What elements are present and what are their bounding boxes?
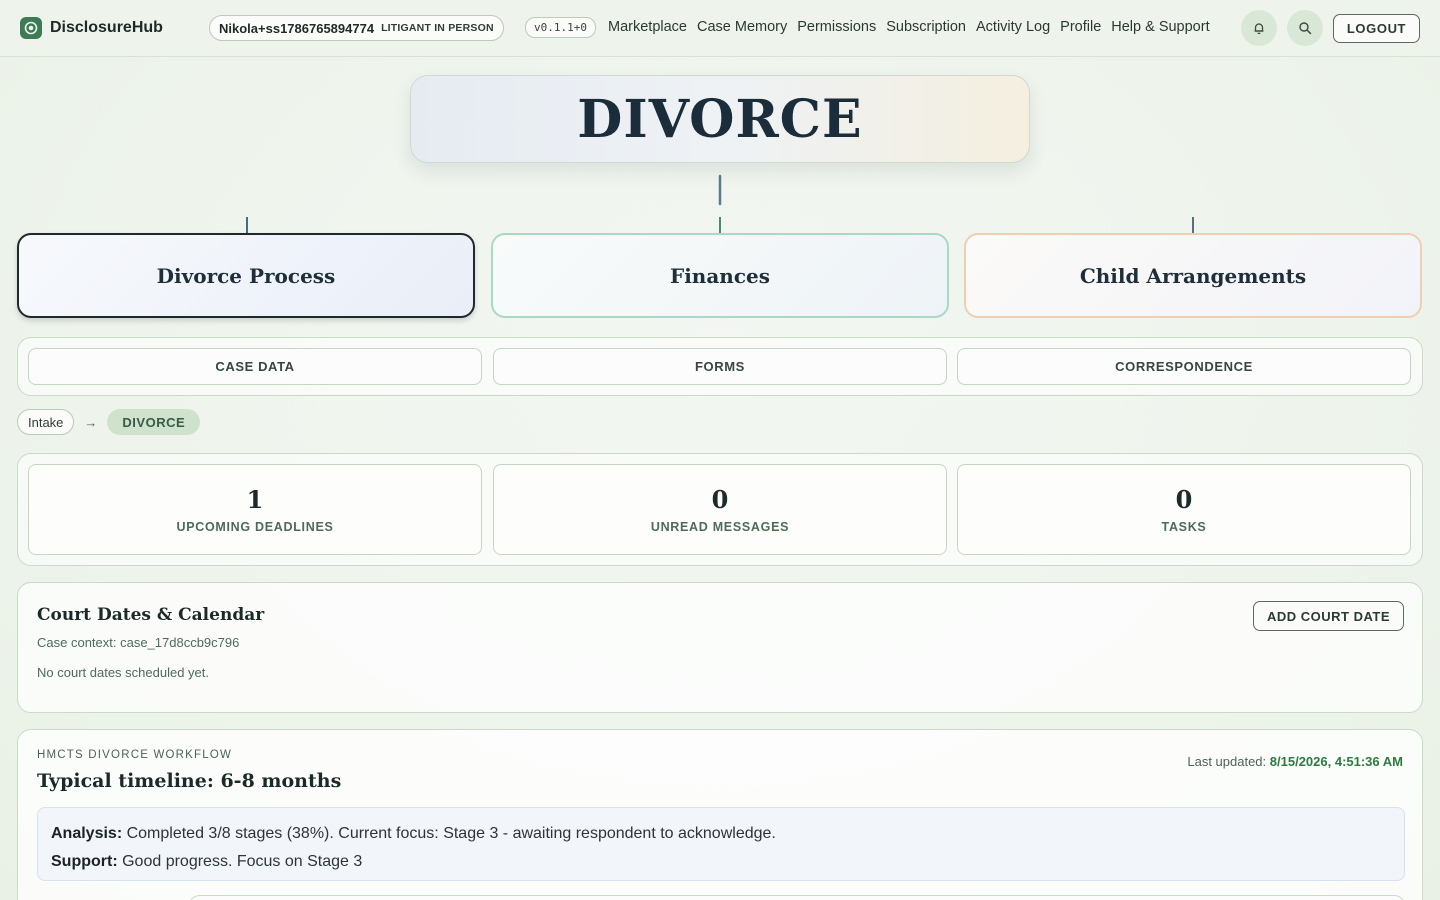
branch-divorce-process[interactable]: Divorce Process — [17, 233, 475, 318]
tab-case-data[interactable]: CASE DATA — [28, 348, 482, 385]
court-dates-title: Court Dates & Calendar — [37, 605, 265, 625]
mindmap-root-title: DIVORCE — [577, 88, 863, 150]
stat-value: 0 — [711, 485, 729, 514]
analysis-label: Analysis: — [51, 825, 123, 842]
user-role: LITIGANT IN PERSON — [381, 22, 494, 34]
breadcrumb-current: DIVORCE — [107, 409, 201, 435]
workflow-title: Typical timeline: 6-8 months — [37, 770, 342, 792]
section-tabs: CASE DATA FORMS CORRESPONDENCE — [17, 337, 1423, 396]
search-button[interactable] — [1287, 10, 1323, 46]
stat-tasks[interactable]: 0 TASKS — [957, 464, 1411, 555]
user-name: Nikola+ss1786765894774 — [219, 20, 375, 36]
last-updated-value: 8/15/2026, 4:51:36 AM — [1269, 754, 1403, 769]
workflow-kicker: HMCTS DIVORCE WORKFLOW — [37, 749, 233, 761]
court-dates-empty: No court dates scheduled yet. — [37, 665, 209, 680]
brand-name: DisclosureHub — [50, 19, 163, 36]
branch-child-arrangements[interactable]: Child Arrangements — [964, 233, 1422, 318]
case-context: Case context: case_17d8ccb9c796 — [37, 635, 240, 650]
logout-button[interactable]: LOGOUT — [1333, 14, 1420, 43]
bell-icon — [1254, 23, 1264, 35]
nav-case-memory[interactable]: Case Memory — [692, 19, 792, 35]
notifications-button[interactable] — [1241, 10, 1277, 46]
analysis-text: Completed 3/8 stages (38%). Current focu… — [126, 825, 776, 842]
stat-label: UPCOMING DEADLINES — [176, 520, 334, 534]
search-icon — [1299, 22, 1312, 35]
last-updated-label: Last updated: — [1187, 754, 1267, 769]
nav-help-support[interactable]: Help & Support — [1106, 19, 1214, 35]
stat-value: 1 — [246, 485, 264, 514]
stat-value: 0 — [1175, 485, 1193, 514]
arrow-right-icon: → — [84, 414, 98, 430]
stat-label: TASKS — [1161, 520, 1207, 534]
version-badge: v0.1.1+0 — [525, 17, 596, 38]
nav-activity-log[interactable]: Activity Log — [971, 19, 1055, 35]
brand[interactable]: DisclosureHub — [20, 17, 163, 39]
user-badge[interactable]: Nikola+ss1786765894774 LITIGANT IN PERSO… — [209, 15, 504, 41]
top-bar: DisclosureHub Nikola+ss1786765894774 LIT… — [0, 0, 1440, 57]
support-label: Support: — [51, 853, 118, 870]
mindmap-root[interactable]: DIVORCE — [410, 75, 1030, 163]
last-updated: Last updated: 8/15/2026, 4:51:36 AM — [1187, 754, 1403, 769]
workflow-stage-card — [188, 895, 1406, 900]
tab-correspondence[interactable]: CORRESPONDENCE — [957, 348, 1411, 385]
tab-forms[interactable]: FORMS — [493, 348, 947, 385]
stat-label: UNREAD MESSAGES — [650, 520, 790, 534]
nav-subscription[interactable]: Subscription — [881, 19, 971, 35]
support-text: Good progress. Focus on Stage 3 — [122, 853, 363, 870]
breadcrumb-intake[interactable]: Intake — [17, 409, 75, 435]
stats-panel: 1 UPCOMING DEADLINES 0 UNREAD MESSAGES 0… — [17, 453, 1423, 566]
add-court-date-button[interactable]: ADD COURT DATE — [1253, 601, 1404, 631]
main-nav: Marketplace Case Memory Permissions Subs… — [603, 19, 1215, 35]
breadcrumb: Intake → DIVORCE — [17, 409, 201, 435]
mindmap-connectors — [158, 174, 1282, 233]
workflow-analysis-box: Analysis: Completed 3/8 stages (38%). Cu… — [37, 807, 1405, 881]
court-dates-panel: Court Dates & Calendar Case context: cas… — [17, 582, 1423, 713]
nav-marketplace[interactable]: Marketplace — [603, 19, 692, 35]
stat-upcoming-deadlines[interactable]: 1 UPCOMING DEADLINES — [28, 464, 482, 555]
stat-unread-messages[interactable]: 0 UNREAD MESSAGES — [493, 464, 947, 555]
nav-permissions[interactable]: Permissions — [792, 19, 881, 35]
nav-profile[interactable]: Profile — [1055, 19, 1106, 35]
support-line: Support: Good progress. Focus on Stage 3 — [51, 848, 1391, 876]
workflow-panel: HMCTS DIVORCE WORKFLOW Typical timeline:… — [17, 729, 1423, 900]
brand-logo-icon — [20, 17, 42, 39]
analysis-line: Analysis: Completed 3/8 stages (38%). Cu… — [51, 820, 1391, 848]
branch-finances[interactable]: Finances — [491, 233, 949, 318]
